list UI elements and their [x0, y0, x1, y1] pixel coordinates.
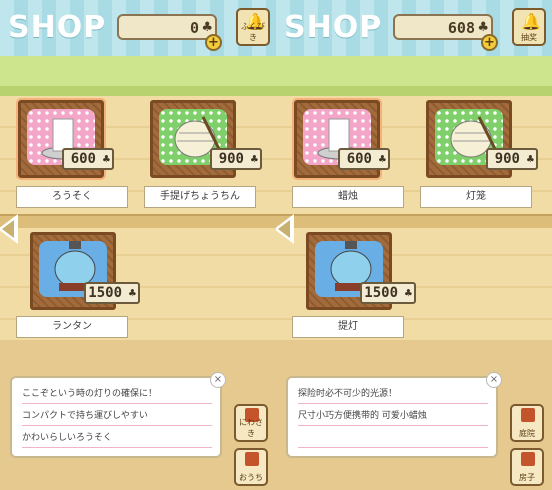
lottery-button[interactable]: 🔔 ふくびき [236, 8, 270, 46]
header-bar: SHOP 608 ♣ + 🔔 抽奖 [276, 0, 552, 56]
item-label: 蜡烛 [292, 186, 404, 208]
shop-screen-chinese: SHOP 608 ♣ + 🔔 抽奖 600 ♣ 蜡烛 900 ♣ 灯笼 1500… [276, 0, 552, 490]
lottery-label: ふくびき [241, 22, 265, 42]
home-button[interactable]: おうち [234, 448, 268, 486]
price-value: 1500 [364, 285, 398, 301]
shelf-edge [276, 214, 552, 228]
bell-icon: 🔔 [521, 12, 541, 31]
grass-edge [0, 86, 276, 96]
home-label: おうち [239, 473, 263, 482]
house-icon [521, 452, 535, 466]
garden-label: 庭院 [519, 429, 535, 438]
shelf-edge [0, 214, 276, 228]
price-tag: 600 ♣ [62, 148, 114, 170]
clover-icon: ♣ [102, 152, 110, 166]
lottery-label: 抽奖 [521, 33, 537, 42]
garden-label: にわさき [239, 418, 263, 438]
garden-button[interactable]: 庭院 [510, 404, 544, 442]
grass-edge [276, 86, 552, 96]
clover-icon: ♣ [378, 152, 386, 166]
description-line: 探险时必不可少的光源！ [298, 386, 488, 404]
shop-screen-japanese: SHOP 0 ♣ + 🔔 ふくびき 600 ♣ ろうそく 900 ♣ 手提げちょ… [0, 0, 276, 490]
price-value: 1500 [88, 285, 122, 301]
garden-icon [521, 408, 535, 422]
add-clover-button[interactable]: + [481, 34, 498, 51]
lottery-button[interactable]: 🔔 抽奖 [512, 8, 546, 46]
description-line: 尺寸小巧方便携带的 可爱小蜡烛 [298, 408, 488, 426]
clover-icon: ♣ [526, 152, 534, 166]
clover-icon: ♣ [404, 286, 412, 300]
close-icon[interactable]: × [210, 372, 226, 388]
item-label: 灯笼 [420, 186, 532, 208]
close-icon[interactable]: × [486, 372, 502, 388]
price-tag: 1500 ♣ [360, 282, 416, 304]
shop-title: SHOP [8, 10, 107, 45]
clover-counter: 0 ♣ [117, 14, 217, 40]
clover-count: 608 [447, 19, 475, 37]
clover-counter: 608 ♣ [393, 14, 493, 40]
price-tag: 600 ♣ [338, 148, 390, 170]
garden-button[interactable]: にわさき [234, 404, 268, 442]
description-box: ここぞという時の灯りの確保に！ コンパクトで持ち運びしやすい かわいらしいろうそ… [10, 372, 226, 458]
description-line: コンパクトで持ち運びしやすい [22, 408, 212, 426]
item-label: ランタン [16, 316, 128, 338]
home-button[interactable]: 房子 [510, 448, 544, 486]
description-line [298, 430, 488, 448]
header-bar: SHOP 0 ♣ + 🔔 ふくびき [0, 0, 276, 56]
item-label: 手提げちょうちん [144, 186, 256, 208]
add-clover-button[interactable]: + [205, 34, 222, 51]
item-label: ろうそく [16, 186, 128, 208]
prev-page-arrow-inner [2, 220, 14, 238]
price-tag: 900 ♣ [486, 148, 538, 170]
price-value: 900 [494, 151, 520, 167]
price-value: 600 [70, 151, 96, 167]
description-box: 探险时必不可少的光源！ 尺寸小巧方便携带的 可爱小蜡烛 × [286, 372, 502, 458]
description-line: かわいらしいろうそく [22, 430, 212, 448]
price-tag: 1500 ♣ [84, 282, 140, 304]
prev-page-arrow-inner [278, 220, 290, 238]
clover-icon: ♣ [201, 20, 213, 35]
price-value: 600 [346, 151, 372, 167]
clover-icon: ♣ [477, 20, 489, 35]
description-line: ここぞという時の灯りの確保に！ [22, 386, 212, 404]
price-value: 900 [218, 151, 244, 167]
clover-icon: ♣ [250, 152, 258, 166]
shop-title: SHOP [284, 10, 383, 45]
clover-icon: ♣ [128, 286, 136, 300]
item-label: 提灯 [292, 316, 404, 338]
home-label: 房子 [519, 473, 535, 482]
clover-count: 0 [189, 19, 199, 37]
house-icon [245, 452, 259, 466]
price-tag: 900 ♣ [210, 148, 262, 170]
